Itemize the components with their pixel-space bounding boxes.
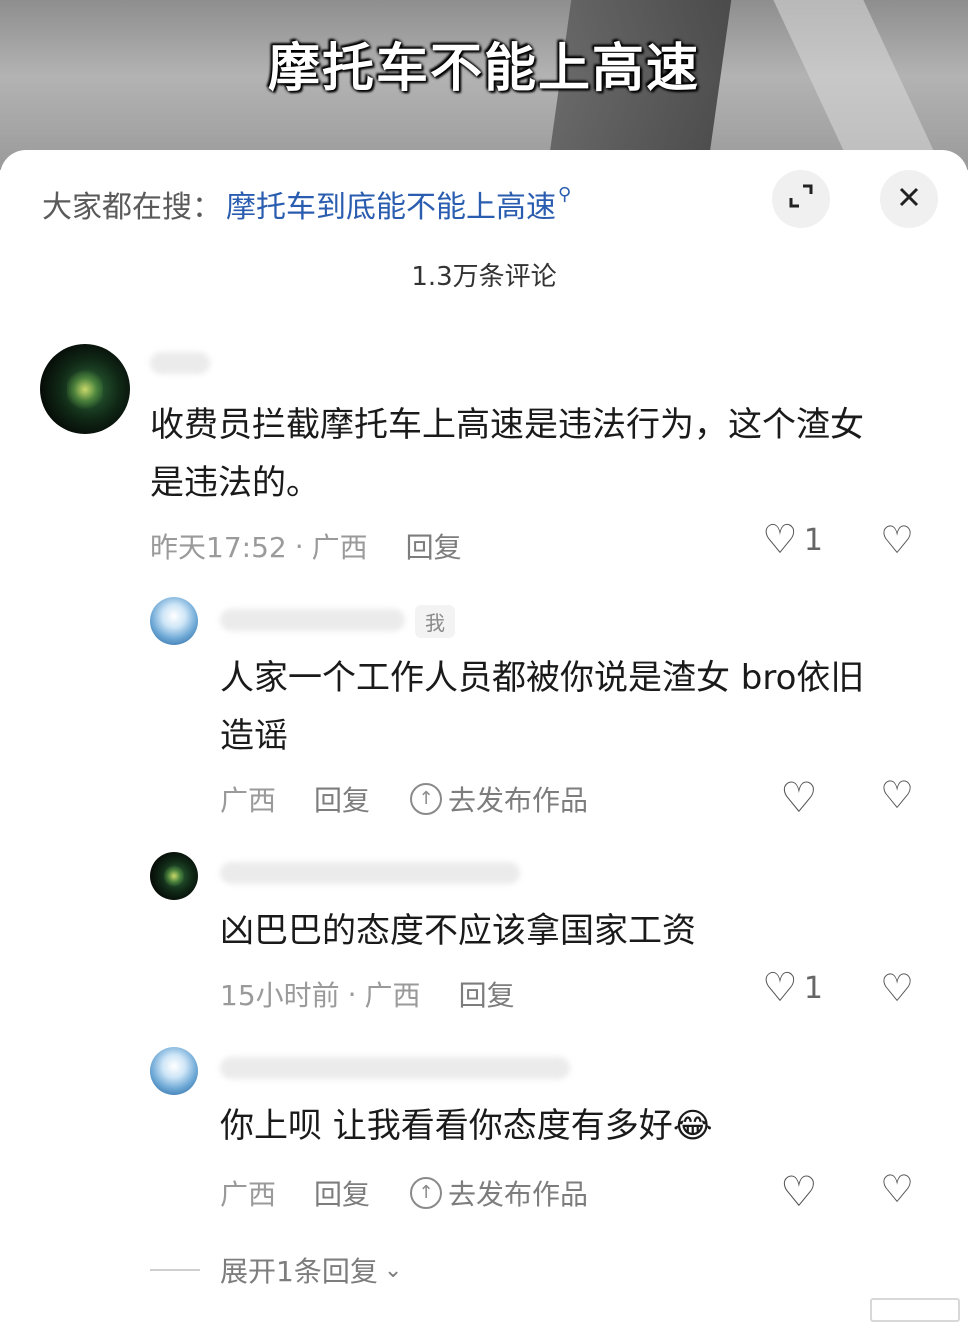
reply-button[interactable]: 回复 bbox=[314, 1173, 370, 1213]
avatar[interactable] bbox=[150, 1047, 198, 1095]
scroll-indicator bbox=[870, 1298, 960, 1322]
avatar[interactable] bbox=[40, 344, 130, 434]
dislike-icon[interactable]: ♡ bbox=[880, 773, 914, 817]
expand-button[interactable] bbox=[772, 170, 830, 228]
heart-icon[interactable]: ♡ bbox=[780, 773, 818, 822]
dislike-icon[interactable]: ♡ bbox=[880, 966, 914, 1010]
reply-item: 凶巴巴的态度不应该拿国家工资 15小时前 · 广西 回复 ♡ 1 ♡ bbox=[0, 850, 968, 1030]
comment-location: 广西 bbox=[220, 1178, 277, 1211]
laugh-cry-emoji: 😂 bbox=[672, 1106, 713, 1146]
expand-replies-label: 展开1条回复 bbox=[220, 1255, 378, 1288]
comment-location: 广西 bbox=[311, 531, 368, 564]
dislike-icon[interactable]: ♡ bbox=[880, 518, 914, 562]
avatar[interactable] bbox=[150, 852, 198, 900]
like-count: 1 bbox=[803, 522, 823, 558]
reply-item: 我 人家一个工作人员都被你说是渣女 bro依旧 造谣 广西 回复 ↑ 去发布作品… bbox=[0, 595, 968, 830]
comment-meta: 广西 回复 ↑ 去发布作品 bbox=[220, 1173, 588, 1213]
reply-button[interactable]: 回复 bbox=[459, 974, 515, 1014]
reply-button[interactable]: 回复 bbox=[314, 779, 370, 819]
comment-location: 广西 bbox=[364, 979, 421, 1012]
comment-text-line: 收费员拦截摩托车上高速是违法行为，这个渣女 bbox=[150, 405, 864, 445]
separator: · bbox=[347, 977, 357, 1011]
reply-item: 你上呗 让我看看你态度有多好😂 广西 回复 ↑ 去发布作品 ♡ ♡ bbox=[0, 1045, 968, 1235]
heart-icon: ♡ bbox=[762, 517, 798, 563]
upload-icon: ↑ bbox=[410, 1177, 443, 1209]
close-button[interactable] bbox=[880, 170, 938, 228]
separator: · bbox=[294, 529, 304, 563]
trending-search-term[interactable]: 摩托车到底能不能上高速 bbox=[226, 182, 556, 226]
comment-meta: 15小时前 · 广西 回复 bbox=[220, 974, 515, 1014]
publish-label: 去发布作品 bbox=[448, 1178, 589, 1211]
comment-text: 收费员拦截摩托车上高速是违法行为，这个渣女 是违法的。 bbox=[150, 396, 940, 512]
expand-icon bbox=[787, 182, 815, 217]
comment-text: 凶巴巴的态度不应该拿国家工资 bbox=[220, 902, 940, 960]
comment-text-line: 人家一个工作人员都被你说是渣女 bro依旧 bbox=[220, 658, 865, 698]
comment-text: 人家一个工作人员都被你说是渣女 bro依旧 造谣 bbox=[220, 649, 940, 765]
username-blurred[interactable] bbox=[220, 862, 520, 884]
publish-button[interactable]: ↑ 去发布作品 bbox=[410, 779, 588, 819]
comment-item: 收费员拦截摩托车上高速是违法行为，这个渣女 是违法的。 昨天17:52 · 广西… bbox=[0, 340, 968, 580]
comment-text-line: 造谣 bbox=[220, 716, 288, 756]
like-button[interactable]: ♡ 1 bbox=[762, 520, 823, 560]
upload-icon: ↑ bbox=[410, 783, 443, 815]
divider-line bbox=[150, 1269, 200, 1271]
comment-time: 昨天17:52 bbox=[150, 531, 287, 564]
comment-sheet: 大家都在搜： 摩托车到底能不能上高速 ⚲ 1.3万条评论 收费员拦截摩托车上高速… bbox=[0, 150, 968, 1337]
comment-text-line: 凶巴巴的态度不应该拿国家工资 bbox=[220, 911, 696, 951]
like-button[interactable]: ♡ 1 bbox=[762, 968, 823, 1008]
comment-meta: 广西 回复 ↑ 去发布作品 bbox=[220, 779, 588, 819]
comment-time: 15小时前 bbox=[220, 979, 340, 1012]
comment-text-line: 是违法的。 bbox=[150, 463, 320, 503]
comment-location: 广西 bbox=[220, 784, 277, 817]
comment-count: 1.3万条评论 bbox=[411, 262, 557, 292]
close-icon bbox=[897, 183, 921, 216]
username-blurred[interactable] bbox=[220, 1057, 570, 1079]
trending-search-prefix: 大家都在搜： bbox=[42, 190, 222, 225]
comment-text-line: 你上呗 让我看看你态度有多好 bbox=[220, 1106, 673, 1146]
trending-search[interactable]: 大家都在搜： 摩托车到底能不能上高速 ⚲ bbox=[42, 182, 571, 226]
heart-icon[interactable]: ♡ bbox=[780, 1167, 818, 1216]
avatar[interactable] bbox=[150, 597, 198, 645]
search-icon[interactable]: ⚲ bbox=[558, 184, 571, 205]
video-caption: 摩托车不能上高速 bbox=[267, 39, 700, 99]
heart-icon: ♡ bbox=[762, 965, 798, 1011]
dislike-icon[interactable]: ♡ bbox=[880, 1167, 914, 1211]
expand-replies-button[interactable]: 展开1条回复 ⌄ bbox=[150, 1250, 402, 1290]
publish-button[interactable]: ↑ 去发布作品 bbox=[410, 1173, 588, 1213]
reply-button[interactable]: 回复 bbox=[406, 526, 462, 566]
me-badge: 我 bbox=[415, 605, 455, 638]
username-blurred[interactable] bbox=[150, 352, 210, 374]
video-preview[interactable]: 摩托车不能上高速 bbox=[0, 0, 968, 170]
comment-meta: 昨天17:52 · 广西 回复 bbox=[150, 526, 462, 566]
like-count: 1 bbox=[803, 970, 823, 1006]
chevron-down-icon: ⌄ bbox=[383, 1257, 403, 1283]
publish-label: 去发布作品 bbox=[448, 784, 589, 817]
username-blurred[interactable] bbox=[220, 609, 405, 631]
comment-text: 你上呗 让我看看你态度有多好😂 bbox=[220, 1097, 940, 1155]
